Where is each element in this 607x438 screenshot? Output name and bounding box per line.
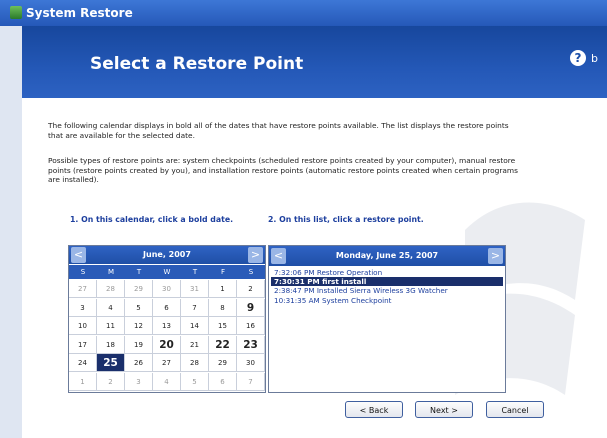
calendar-day[interactable]: 20 — [153, 335, 181, 354]
calendar-day[interactable]: 24 — [69, 354, 97, 372]
calendar-day[interactable]: 2 — [97, 372, 125, 391]
restore-point-list: < Monday, June 25, 2007 > 7:32:06 PM Res… — [268, 245, 506, 393]
calendar-next-button[interactable]: > — [248, 247, 263, 263]
page-title: Select a Restore Point — [90, 54, 304, 74]
weekday-header: M — [97, 265, 125, 279]
calendar-day[interactable]: 3 — [69, 298, 97, 317]
restore-point-item[interactable]: 10:31:35 AM System Checkpoint — [271, 296, 503, 305]
calendar-day[interactable]: 19 — [125, 335, 153, 354]
calendar-day[interactable]: 30 — [237, 354, 265, 372]
restore-point-item[interactable]: 2:38:47 PM Installed Sierra Wireless 3G … — [271, 286, 503, 295]
next-button[interactable]: Next > — [415, 401, 473, 418]
calendar-day[interactable]: 21 — [181, 335, 209, 354]
calendar-day[interactable]: 4 — [153, 372, 181, 391]
step1-label: 1. On this calendar, click a bold date. — [70, 215, 234, 224]
calendar-day[interactable]: 6 — [209, 372, 237, 391]
calendar-header: < June, 2007 > — [69, 246, 265, 264]
calendar-month-label: June, 2007 — [143, 250, 191, 259]
calendar-day[interactable]: 15 — [209, 317, 237, 335]
weekday-header: S — [69, 265, 97, 279]
calendar-day[interactable]: 6 — [153, 298, 181, 317]
calendar-day[interactable]: 14 — [181, 317, 209, 335]
calendar-day[interactable]: 17 — [69, 335, 97, 354]
calendar-day[interactable]: 23 — [237, 335, 265, 354]
weekday-header: T — [125, 265, 153, 279]
list-date-label: Monday, June 25, 2007 — [335, 251, 439, 260]
calendar-day[interactable]: 9 — [237, 298, 265, 317]
calendar-day-selected[interactable]: 25 — [97, 354, 125, 372]
calendar-day[interactable]: 29 — [125, 280, 153, 298]
calendar-day[interactable]: 11 — [97, 317, 125, 335]
calendar-day[interactable]: 7 — [237, 372, 265, 391]
calendar-day[interactable]: 22 — [209, 335, 237, 354]
calendar-day[interactable]: 28 — [181, 354, 209, 372]
back-button[interactable]: < Back — [345, 401, 403, 418]
weekday-header: W — [153, 265, 181, 279]
help-label[interactable]: b — [591, 52, 598, 65]
calendar-day[interactable]: 31 — [181, 280, 209, 298]
list-next-button[interactable]: > — [488, 248, 503, 264]
calendar-day[interactable]: 28 — [97, 280, 125, 298]
description-paragraph-2: Possible types of restore points are: sy… — [48, 156, 518, 185]
calendar-day[interactable]: 8 — [209, 298, 237, 317]
calendar-day[interactable]: 2 — [237, 280, 265, 298]
calendar-day[interactable]: 27 — [69, 280, 97, 298]
help-icon[interactable]: ? — [570, 50, 586, 66]
calendar-day[interactable]: 4 — [97, 298, 125, 317]
restore-point-item[interactable]: 7:32:06 PM Restore Operation — [271, 268, 503, 277]
restore-point-item-selected[interactable]: 7:30:31 PM first install — [271, 277, 503, 287]
window-title: System Restore — [26, 6, 133, 20]
calendar-day[interactable]: 26 — [125, 354, 153, 372]
system-restore-icon — [10, 6, 22, 19]
calendar-day[interactable]: 16 — [237, 317, 265, 335]
calendar-day[interactable]: 12 — [125, 317, 153, 335]
calendar-day[interactable]: 29 — [209, 354, 237, 372]
calendar: < June, 2007 > S M T W T F S 27 28 29 30 31 1 2 3 4 5 6 7 8… — [68, 245, 266, 393]
calendar-day[interactable]: 3 — [125, 372, 153, 391]
weekday-header: F — [209, 265, 237, 279]
left-strip — [0, 26, 22, 438]
calendar-day[interactable]: 27 — [153, 354, 181, 372]
calendar-day[interactable]: 30 — [153, 280, 181, 298]
calendar-day[interactable]: 10 — [69, 317, 97, 335]
calendar-day[interactable]: 1 — [69, 372, 97, 391]
calendar-day[interactable]: 18 — [97, 335, 125, 354]
calendar-day[interactable]: 5 — [181, 372, 209, 391]
calendar-day[interactable]: 5 — [125, 298, 153, 317]
title-bar: System Restore — [0, 0, 607, 26]
header-banner: Select a Restore Point ? b — [22, 26, 607, 98]
step2-label: 2. On this list, click a restore point. — [268, 215, 424, 224]
calendar-day[interactable]: 1 — [209, 280, 237, 298]
cancel-button[interactable]: Cancel — [486, 401, 544, 418]
calendar-day[interactable]: 7 — [181, 298, 209, 317]
weekday-header: S — [237, 265, 265, 279]
calendar-day[interactable]: 13 — [153, 317, 181, 335]
description-paragraph-1: The following calendar displays in bold … — [48, 121, 509, 140]
list-header: < Monday, June 25, 2007 > — [269, 246, 505, 266]
weekday-header: T — [181, 265, 209, 279]
